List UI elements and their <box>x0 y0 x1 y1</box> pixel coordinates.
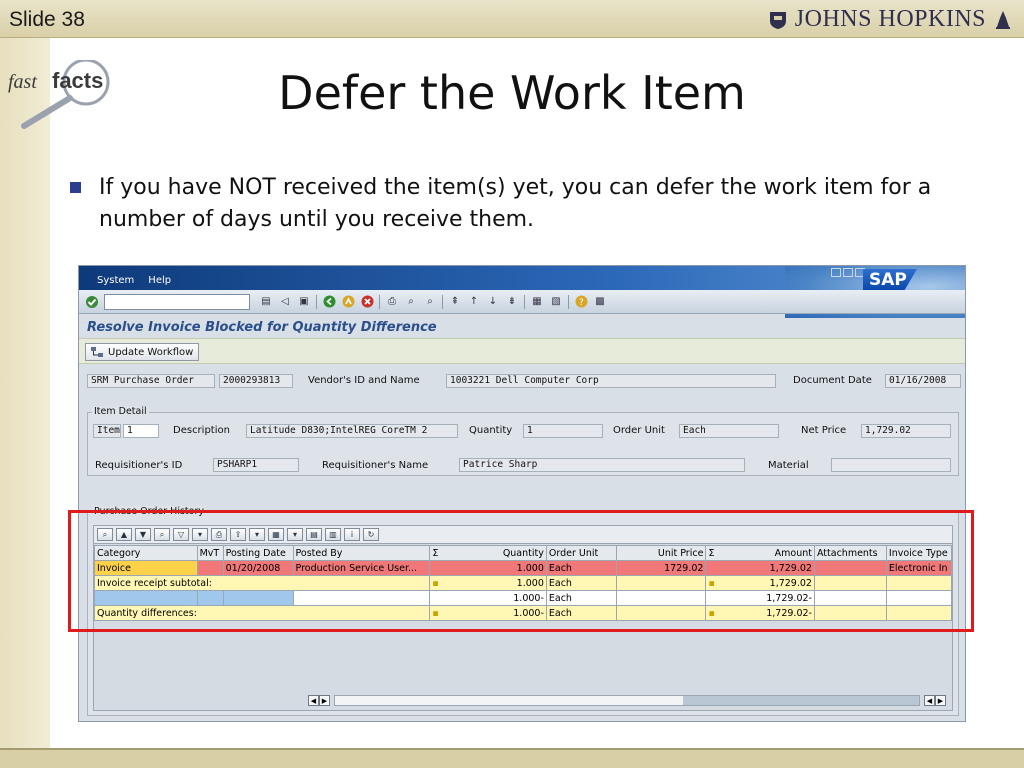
johns-hopkins-logo: JOHNS HOPKINS <box>769 6 1012 33</box>
requisitioner-name-label: Requisitioner's Name <box>322 460 429 471</box>
vendor-field[interactable]: 1003221 Dell Computer Corp <box>446 374 776 388</box>
sap-screenshot: System Help SAP ▤ ◁ ▣ ⎙ ⌕ ⌕ ⇞ ↑ ↓ ⇟ ▦ ▧ … <box>78 265 966 722</box>
srm-po-field[interactable]: 2000293813 <box>219 374 293 388</box>
update-workflow-button[interactable]: Update Workflow <box>85 343 200 361</box>
grid-horizontal-scrollbar[interactable]: ◀ ▶ ◀ ▶ <box>308 694 964 707</box>
quantity-field[interactable]: 1 <box>523 424 603 438</box>
layout-menu-icon[interactable]: ▩ <box>593 295 607 309</box>
last-page-icon[interactable]: ⇟ <box>505 295 519 309</box>
minimize-icon[interactable] <box>831 268 841 277</box>
document-date-field[interactable]: 01/16/2008 <box>885 374 961 388</box>
bullet-square-icon <box>70 182 81 193</box>
order-unit-label: Order Unit <box>613 425 665 436</box>
command-history-icon[interactable]: ▤ <box>259 295 273 309</box>
requisitioner-name-field[interactable]: Patrice Sharp <box>459 458 745 472</box>
sap-logo: SAP <box>863 269 917 291</box>
scroll-left-icon[interactable]: ◀ <box>308 695 319 706</box>
srm-po-label: SRM Purchase Order <box>87 374 215 388</box>
hopkins-shield-icon <box>769 11 786 29</box>
slide-left-bar <box>0 38 50 748</box>
scroll-right-icon[interactable]: ▶ <box>319 695 330 706</box>
order-unit-field[interactable]: Each <box>679 424 779 438</box>
first-page-icon[interactable]: ⇞ <box>448 295 462 309</box>
exit-icon[interactable] <box>341 295 355 309</box>
bullet-text: If you have NOT received the item(s) yet… <box>99 175 932 232</box>
scroll-thumb[interactable] <box>683 696 919 705</box>
workflow-icon <box>91 347 103 357</box>
back-icon[interactable] <box>322 295 336 309</box>
save-icon[interactable]: ▣ <box>297 295 311 309</box>
shortcut-icon[interactable]: ▧ <box>549 295 563 309</box>
sap-standard-toolbar: ▤ ◁ ▣ ⎙ ⌕ ⌕ ⇞ ↑ ↓ ⇟ ▦ ▧ ? ▩ <box>79 290 965 314</box>
find-icon[interactable]: ⌕ <box>404 295 418 309</box>
help-icon[interactable]: ? <box>574 295 588 309</box>
menu-help[interactable]: Help <box>148 275 171 286</box>
slide-footer-bar <box>0 748 1024 768</box>
quantity-label: Quantity <box>469 425 513 436</box>
requisitioner-id-label: Requisitioner's ID <box>95 460 183 471</box>
document-date-label: Document Date <box>793 375 872 386</box>
scroll-track[interactable] <box>334 695 920 706</box>
scroll-right-end-icon[interactable]: ▶ <box>935 695 946 706</box>
command-field[interactable] <box>104 293 250 310</box>
description-label: Description <box>173 425 230 436</box>
slide-number: Slide 38 <box>9 8 85 31</box>
slide-header-bar: Slide 38 JOHNS HOPKINS <box>0 0 1024 38</box>
back-arrow-icon[interactable]: ◁ <box>278 295 292 309</box>
material-label: Material <box>768 460 809 471</box>
bullet-point: If you have NOT received the item(s) yet… <box>70 172 950 236</box>
new-session-icon[interactable]: ▦ <box>530 295 544 309</box>
net-price-label: Net Price <box>801 425 847 436</box>
lamp-icon <box>996 10 1010 29</box>
next-page-icon[interactable]: ↓ <box>486 295 500 309</box>
net-price-field[interactable]: 1,729.02 <box>861 424 951 438</box>
maximize-icon[interactable] <box>843 268 853 277</box>
institution-name: JOHNS HOPKINS <box>794 6 986 32</box>
highlight-box <box>68 510 974 632</box>
previous-page-icon[interactable]: ↑ <box>467 295 481 309</box>
application-toolbar: Update Workflow <box>79 338 965 364</box>
menu-system[interactable]: System <box>97 275 134 286</box>
requisitioner-id-field[interactable]: PSHARP1 <box>213 458 299 472</box>
description-field[interactable]: Latitude D830;IntelREG CoreTM 2 <box>246 424 458 438</box>
item-label: Item <box>93 424 121 438</box>
svg-text:?: ? <box>579 298 584 308</box>
item-detail-group-label: Item Detail <box>92 406 149 417</box>
screen-title: Resolve Invoice Blocked for Quantity Dif… <box>87 320 437 335</box>
material-field[interactable] <box>831 458 951 472</box>
scroll-left-end-icon[interactable]: ◀ <box>924 695 935 706</box>
cancel-icon[interactable] <box>360 295 374 309</box>
slide-title: Defer the Work Item <box>278 66 746 120</box>
item-field[interactable]: 1 <box>123 424 159 438</box>
find-next-icon[interactable]: ⌕ <box>423 295 437 309</box>
print-icon[interactable]: ⎙ <box>385 295 399 309</box>
vendor-label: Vendor's ID and Name <box>308 375 420 386</box>
enter-check-icon[interactable] <box>85 295 99 309</box>
